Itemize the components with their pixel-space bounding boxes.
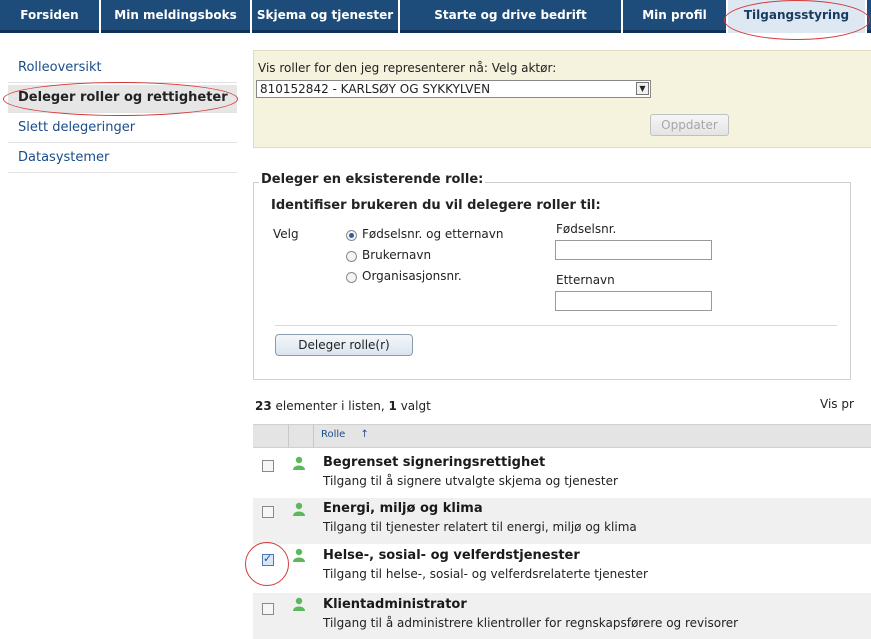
actor-select-value: 810152842 - KARLSØY OG SYKKYLVEN xyxy=(260,82,491,96)
tab-min-meldingsboks[interactable]: Min meldingsboks xyxy=(101,0,250,33)
fodselsnr-input[interactable] xyxy=(555,240,712,260)
table-header: Rolle ↑ xyxy=(253,424,871,448)
delegate-roles-button[interactable]: Deleger rolle(r) xyxy=(275,334,413,356)
actor-label: Vis roller for den jeg representerer nå:… xyxy=(258,61,557,75)
delegate-heading: Identifiser brukeren du vil delegere rol… xyxy=(271,198,601,213)
table-row[interactable]: Begrenset signeringsrettighet Tilgang ti… xyxy=(253,452,871,498)
radio-label-organisasjonsnr: Organisasjonsnr. xyxy=(362,269,462,283)
etternavn-label: Etternavn xyxy=(556,273,615,287)
sidebar-item-rolleoversikt[interactable]: Rolleoversikt xyxy=(8,55,237,83)
radio-organisasjonsnr[interactable] xyxy=(346,272,357,283)
tab-min-profil[interactable]: Min profil xyxy=(623,0,726,33)
tab-tilgangsstyring[interactable]: Tilgangsstyring xyxy=(728,0,865,33)
tab-forsiden[interactable]: Forsiden xyxy=(0,0,99,33)
tab-skjema-og-tjenester[interactable]: Skjema og tjenester xyxy=(252,0,398,33)
actor-select[interactable]: 810152842 - KARLSØY OG SYKKYLVEN ▼ xyxy=(256,80,651,98)
person-role-icon xyxy=(293,597,305,611)
role-description: Tilgang til å signere utvalgte skjema og… xyxy=(323,474,618,488)
column-header-label: Rolle xyxy=(321,429,346,440)
header-divider xyxy=(288,425,289,447)
fodselsnr-label: Fødselsnr. xyxy=(556,222,617,236)
role-description: Tilgang til tjenester relatert til energ… xyxy=(323,520,637,534)
row-checkbox[interactable] xyxy=(262,552,274,566)
role-title: Energi, miljø og klima xyxy=(323,501,483,516)
row-checkbox[interactable] xyxy=(262,603,274,615)
role-title: Klientadministrator xyxy=(323,597,467,612)
radio-fodselsnr-etternavn[interactable] xyxy=(346,230,357,241)
table-row[interactable]: Energi, miljø og klima Tilgang til tjene… xyxy=(253,498,871,544)
sidebar-item-datasystemer[interactable]: Datasystemer xyxy=(8,145,237,173)
chevron-down-icon[interactable]: ▼ xyxy=(636,82,649,95)
divider xyxy=(275,325,837,326)
tab-starte-og-drive-bedrift[interactable]: Starte og drive bedrift xyxy=(400,0,621,33)
role-description: Tilgang til helse-, sosial- og velferdsr… xyxy=(323,567,648,581)
radio-label-brukernavn: Brukernavn xyxy=(362,248,432,262)
list-selected-text: valgt xyxy=(396,399,431,413)
column-header-rolle[interactable]: Rolle ↑ xyxy=(321,429,369,440)
list-count: 23 xyxy=(255,399,272,413)
sort-ascending-icon[interactable]: ↑ xyxy=(361,429,369,440)
list-count-text: elementer i listen, xyxy=(271,399,389,413)
sidebar-item-slett-delegeringer[interactable]: Slett delegeringer xyxy=(8,115,237,143)
list-summary: 23 elementer i listen, 1 valgt xyxy=(255,399,431,413)
person-role-icon xyxy=(293,456,305,470)
per-page-label: Vis pr xyxy=(820,397,854,411)
top-navigation: Forsiden Min meldingsboks Skjema og tjen… xyxy=(0,0,871,36)
radio-brukernavn[interactable] xyxy=(346,251,357,262)
delegate-legend: Deleger en eksisterende rolle: xyxy=(259,172,486,187)
person-role-icon xyxy=(293,548,305,562)
etternavn-input[interactable] xyxy=(555,291,712,311)
row-checkbox[interactable] xyxy=(262,506,274,518)
choose-label: Velg xyxy=(273,227,299,241)
row-checkbox[interactable] xyxy=(262,460,274,472)
role-title: Begrenset signeringsrettighet xyxy=(323,455,546,470)
tab-overflow xyxy=(867,0,871,33)
sidebar-item-deleger-roller[interactable]: Deleger roller og rettigheter xyxy=(8,85,237,113)
role-description: Tilgang til å administrere klientroller … xyxy=(323,616,739,630)
table-row[interactable]: Helse-, sosial- og velferdstjenester Til… xyxy=(253,544,871,590)
role-title: Helse-, sosial- og velferdstjenester xyxy=(323,548,580,563)
radio-label-fodselsnr-etternavn: Fødselsnr. og etternavn xyxy=(362,227,504,241)
update-button[interactable]: Oppdater xyxy=(650,114,729,136)
person-role-icon xyxy=(293,502,305,516)
list-selected-count: 1 xyxy=(388,399,397,413)
header-divider xyxy=(313,425,314,447)
table-row[interactable]: Klientadministrator Tilgang til å admini… xyxy=(253,593,871,639)
